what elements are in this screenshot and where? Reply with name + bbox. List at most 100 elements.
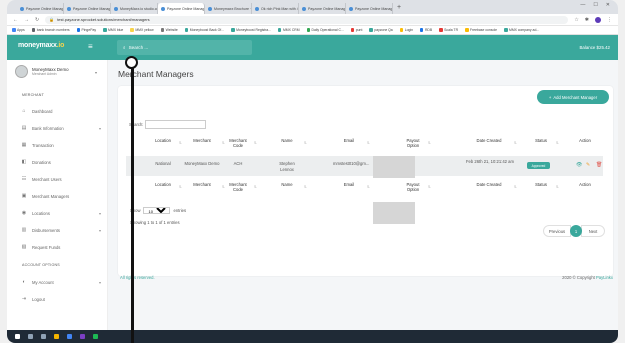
- table-header-bottom[interactable]: Name: [272, 182, 302, 187]
- previous-page-button[interactable]: Previous: [543, 225, 571, 237]
- sort-icon[interactable]: ⇅: [514, 185, 517, 189]
- browser-tab[interactable]: Ok rich Pink Man with 4.3K Re×: [252, 3, 299, 14]
- bookmark-item[interactable]: RDB: [419, 28, 432, 32]
- table-header-top[interactable]: Status: [528, 138, 554, 143]
- sort-icon[interactable]: ⇅: [254, 185, 257, 189]
- sort-icon[interactable]: ⇅: [428, 141, 431, 145]
- edit-icon[interactable]: ✎: [586, 162, 590, 168]
- table-header-bottom[interactable]: Email: [333, 182, 365, 187]
- bookmark-item[interactable]: Scala TR: [439, 28, 458, 32]
- sort-icon[interactable]: ⇅: [304, 185, 307, 189]
- table-search-input[interactable]: [145, 120, 207, 129]
- menu-dots-icon[interactable]: ⋮: [607, 17, 612, 23]
- table-header-top[interactable]: Name: [272, 138, 302, 143]
- sort-icon[interactable]: ⇅: [367, 185, 370, 189]
- bookmark-item[interactable]: Moneyboost Back Of...: [184, 28, 224, 32]
- star-icon[interactable]: ☆: [574, 17, 578, 23]
- hamburger-menu-icon[interactable]: ≡: [88, 43, 93, 51]
- logo[interactable]: moneymaxx.io: [18, 42, 64, 49]
- table-header-bottom[interactable]: Merchant Code: [224, 182, 252, 192]
- sidebar-item[interactable]: ◧ Donations: [21, 157, 101, 167]
- sidebar-item[interactable]: ▧ Request Funds: [21, 242, 101, 252]
- footer-link[interactable]: PayLinkx: [596, 275, 613, 280]
- task-view-icon[interactable]: [41, 334, 46, 339]
- table-header-bottom[interactable]: Payout Option: [400, 182, 426, 192]
- sidebar-item[interactable]: ⇥ Logout: [21, 294, 101, 304]
- url-field[interactable]: 🔒 test.payzone.sprocket.solutions/mercha…: [45, 15, 569, 24]
- view-icon[interactable]: 👁: [576, 162, 582, 168]
- sort-icon[interactable]: ⇅: [179, 185, 182, 189]
- bookmark-item[interactable]: PingePay: [76, 28, 96, 32]
- bookmark-item[interactable]: Login: [399, 28, 413, 32]
- reload-icon[interactable]: ↻: [35, 17, 39, 23]
- back-icon[interactable]: ←: [13, 17, 18, 23]
- browser-tab[interactable]: Payzone Online Management ·×: [17, 3, 64, 14]
- sort-icon[interactable]: ⇅: [556, 185, 559, 189]
- header-search-input[interactable]: ⌕ Search ...: [117, 40, 252, 55]
- sort-icon[interactable]: ⇅: [179, 141, 182, 145]
- sidebar-item[interactable]: ▣ Merchant Managers: [21, 191, 101, 201]
- new-tab-icon[interactable]: +: [393, 4, 405, 11]
- bookmark-item[interactable]: MMX yellow: [130, 28, 154, 32]
- sidebar-item[interactable]: ☷ Merchant Users: [21, 174, 101, 184]
- browser-tab[interactable]: Payzone Online Management ·×: [346, 3, 393, 14]
- table-header-bottom[interactable]: Merchant: [184, 182, 220, 187]
- table-header-bottom[interactable]: Location: [149, 182, 177, 187]
- bookmark-item[interactable]: Freebase console: [465, 28, 497, 32]
- sidebar-item[interactable]: ▤ Bank Information ▾: [21, 123, 101, 133]
- table-header-top[interactable]: Merchant: [184, 138, 220, 143]
- forward-icon[interactable]: →: [24, 17, 29, 23]
- browser-tab[interactable]: Payzone Online Management ·×: [64, 3, 111, 14]
- search-taskbar-icon[interactable]: [28, 334, 33, 339]
- table-header-top[interactable]: Location: [149, 138, 177, 143]
- sidebar-item[interactable]: ▦ Transaction: [21, 140, 101, 150]
- browser-tab[interactable]: Payzone Online Management ·×: [299, 3, 346, 14]
- browser-tab[interactable]: MoneyMaxx.io studio.com · abc×: [111, 3, 158, 14]
- sort-icon[interactable]: ⇅: [367, 141, 370, 145]
- page-length-select[interactable]: 10: [143, 207, 171, 214]
- sidebar-item[interactable]: ◉ Locations ▾: [21, 208, 101, 218]
- bookmark-item[interactable]: Daily Operational C...: [306, 28, 344, 32]
- teams-icon[interactable]: [80, 334, 85, 339]
- next-page-button[interactable]: Next: [581, 225, 605, 237]
- chevron-down-icon[interactable]: ▾: [95, 70, 97, 75]
- table-header-top[interactable]: Merchant Code: [224, 138, 252, 148]
- spotify-icon[interactable]: [93, 334, 98, 339]
- table-header-top[interactable]: Payout Option: [400, 138, 426, 148]
- add-merchant-manager-button[interactable]: + Add Merchant Manager: [537, 90, 609, 104]
- table-header-top[interactable]: Date Created: [466, 138, 512, 143]
- minimize-icon[interactable]: —: [580, 2, 585, 8]
- bookmark-item[interactable]: punt: [350, 28, 362, 32]
- extensions-icon[interactable]: ✱: [585, 17, 589, 23]
- table-header-bottom[interactable]: Status: [528, 182, 554, 187]
- sidebar-item[interactable]: ◐ My Account ▾: [21, 277, 101, 287]
- delete-icon[interactable]: 🗑: [596, 162, 602, 168]
- bookmark-item[interactable]: MMX CRM: [277, 28, 300, 32]
- table-header-top[interactable]: Email: [333, 138, 365, 143]
- table-header-bottom[interactable]: Date Created: [466, 182, 512, 187]
- start-icon[interactable]: [15, 334, 20, 339]
- sidebar-item[interactable]: ⌂ Dashboard: [21, 106, 101, 116]
- sort-icon[interactable]: ⇅: [514, 141, 517, 145]
- sidebar-item[interactable]: ▥ Disbursements ▾: [21, 225, 101, 235]
- close-window-icon[interactable]: ✕: [606, 2, 610, 8]
- profile-avatar[interactable]: [595, 16, 601, 23]
- page-1-button[interactable]: 1: [570, 225, 582, 237]
- bookmark-item[interactable]: Moneyboost Registra...: [231, 28, 271, 32]
- chrome-icon[interactable]: [67, 334, 72, 339]
- bookmark-item[interactable]: Apps: [12, 28, 25, 32]
- sort-icon[interactable]: ⇅: [304, 141, 307, 145]
- bookmark-item[interactable]: MMX company ad...: [504, 28, 539, 32]
- maximize-icon[interactable]: ☐: [593, 2, 597, 8]
- file-explorer-icon[interactable]: [54, 334, 59, 339]
- user-profile[interactable]: MoneyMaxx Demo Merchant Admin: [15, 65, 69, 78]
- bookmark-item[interactable]: payzone Qa: [369, 28, 393, 32]
- browser-tab[interactable]: Payzone Online Management ·×: [158, 3, 205, 14]
- window-controls[interactable]: — ☐ ✕: [580, 2, 610, 8]
- sort-icon[interactable]: ⇅: [428, 185, 431, 189]
- bookmark-item[interactable]: bank branch numbers: [31, 28, 70, 32]
- browser-tab[interactable]: Moneymaxx Brochure · B2.1 ·×: [205, 3, 252, 14]
- sort-icon[interactable]: ⇅: [254, 141, 257, 145]
- bookmark-item[interactable]: MMX blue: [103, 28, 123, 32]
- sort-icon[interactable]: ⇅: [556, 141, 559, 145]
